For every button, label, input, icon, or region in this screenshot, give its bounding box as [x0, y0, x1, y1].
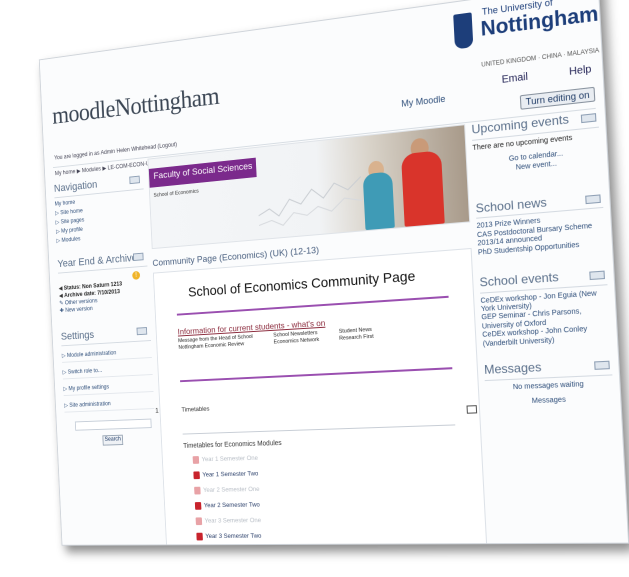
file-item[interactable]: Year 1 Semester One	[193, 454, 259, 471]
timetables-label: Timetables	[181, 406, 209, 414]
help-link[interactable]: Help	[569, 64, 592, 78]
turn-editing-button[interactable]: Turn editing on	[520, 87, 595, 110]
new-version-label: New version	[65, 307, 93, 314]
file-label: Year 3 Semester Two	[205, 533, 261, 540]
section-number: 1	[155, 408, 159, 415]
file-label: Year 2 Semester One	[203, 486, 260, 494]
faculty-banner: Faculty of Social Sciences School of Eco…	[147, 124, 470, 249]
faculty-title: Faculty of Social Sciences	[149, 158, 257, 188]
school-events-title: School events	[479, 270, 559, 290]
right-column: Upcoming events There are no upcoming ev…	[471, 110, 614, 409]
chart-decoration	[257, 167, 364, 236]
nav-item-label: Modules	[61, 237, 80, 244]
messages-header: Messages	[484, 357, 613, 380]
section-toggle-icon[interactable]	[466, 405, 477, 414]
logo-name: Nottingham	[114, 82, 220, 122]
settings-block-header: Settings	[61, 326, 151, 346]
heading-divider	[177, 296, 449, 316]
block-dock-icon[interactable]	[594, 361, 610, 370]
file-label: Year 1 Semester Two	[202, 471, 258, 479]
moodle-logo[interactable]: moodleNottingham	[52, 82, 220, 131]
settings-item-profile-settings[interactable]: ▷ My profile settings	[63, 382, 153, 396]
left-column: Navigation My home ▷ Site home ▷ Site pa…	[54, 174, 156, 447]
settings-title: Settings	[61, 330, 95, 343]
student-photo-woman	[363, 171, 395, 230]
student-photo-man	[401, 150, 445, 227]
crest-icon	[453, 12, 473, 49]
navigation-list: My home ▷ Site home ▷ Site pages ▷ My pr…	[55, 193, 146, 244]
timetables-heading: Timetables for Economics Modules	[183, 440, 282, 450]
university-logo[interactable]: The University of Nottingham	[453, 0, 592, 58]
nav-item-label: Site pages	[61, 218, 85, 226]
block-dock-icon[interactable]	[585, 194, 601, 204]
no-messages-text: No messages waiting	[485, 379, 613, 394]
timetable-file-list: Year 1 Semester One Year 1 Semester Two …	[193, 454, 263, 545]
pdf-icon	[193, 471, 200, 479]
main-content: Faculty of Social Sciences School of Eco…	[147, 124, 487, 546]
page-heading: School of Economics Community Page	[188, 268, 416, 300]
block-dock-icon[interactable]	[581, 113, 597, 123]
school-news-list: 2013 Prize Winners CAS Postdoctoral Burs…	[476, 213, 605, 258]
file-label: Year 1 Semester One	[202, 455, 259, 463]
settings-item-label: Switch role to...	[68, 369, 103, 376]
file-item[interactable]: Year 3 Semester One	[196, 517, 262, 533]
settings-item-label: Site administration	[69, 402, 111, 409]
block-dock-icon[interactable]	[129, 176, 140, 185]
navigation-title: Navigation	[54, 179, 98, 195]
file-item[interactable]: Year 3 Semester Two	[196, 532, 262, 545]
file-item[interactable]: Year 2 Semester Two	[195, 501, 261, 517]
file-label: Year 2 Semester Two	[204, 502, 260, 510]
settings-item-module-admin[interactable]: ▷ Module administration	[62, 348, 152, 363]
nav-item-label: Site home	[60, 208, 83, 216]
pdf-icon	[196, 533, 203, 541]
block-dock-icon[interactable]	[133, 253, 144, 261]
timetables-divider	[183, 424, 456, 434]
pdf-icon	[193, 456, 200, 464]
messages-title: Messages	[484, 360, 542, 377]
archive-title: Year End & Archive	[57, 252, 137, 270]
email-link[interactable]: Email	[501, 71, 528, 85]
search-button[interactable]: Search	[102, 435, 123, 446]
school-news-title: School news	[475, 195, 547, 216]
pdf-icon	[194, 487, 201, 495]
logo-prefix: moodle	[52, 95, 116, 130]
pdf-icon	[195, 502, 202, 510]
pdf-icon	[196, 517, 203, 525]
settings-item-site-admin[interactable]: ▷ Site administration	[64, 399, 154, 413]
section-divider	[180, 367, 452, 382]
archive-info: ! ◀ Status: Non Saturn 1213 ◀ Archive da…	[58, 270, 149, 315]
school-name: School of Economics	[153, 189, 198, 199]
my-moodle-link[interactable]: My Moodle	[401, 94, 446, 109]
block-dock-icon[interactable]	[589, 271, 605, 281]
settings-list: ▷ Module administration ▷ Switch role to…	[62, 348, 155, 413]
research-first-link[interactable]: Research First	[339, 334, 374, 342]
settings-item-label: Module administration	[67, 351, 117, 359]
moodle-screenshot: moodleNottingham The University of Notti…	[39, 0, 629, 546]
file-item[interactable]: Year 2 Semester One	[194, 486, 260, 503]
course-content: School of Economics Community Page Infor…	[153, 248, 488, 546]
warning-icon: !	[132, 271, 140, 280]
block-dock-icon[interactable]	[137, 327, 148, 335]
school-events-list: CeDEx workshop - Jon Eguia (New York Uni…	[480, 289, 610, 349]
file-item[interactable]: Year 1 Semester Two	[193, 470, 259, 487]
file-label: Year 3 Semester One	[205, 517, 262, 524]
settings-item-label: My profile settings	[68, 385, 109, 392]
settings-search-input[interactable]	[75, 419, 152, 431]
nav-item-label: My profile	[61, 227, 83, 234]
settings-item-switch-role[interactable]: ▷ Switch role to...	[62, 365, 152, 380]
messages-link[interactable]: Messages	[486, 395, 614, 409]
